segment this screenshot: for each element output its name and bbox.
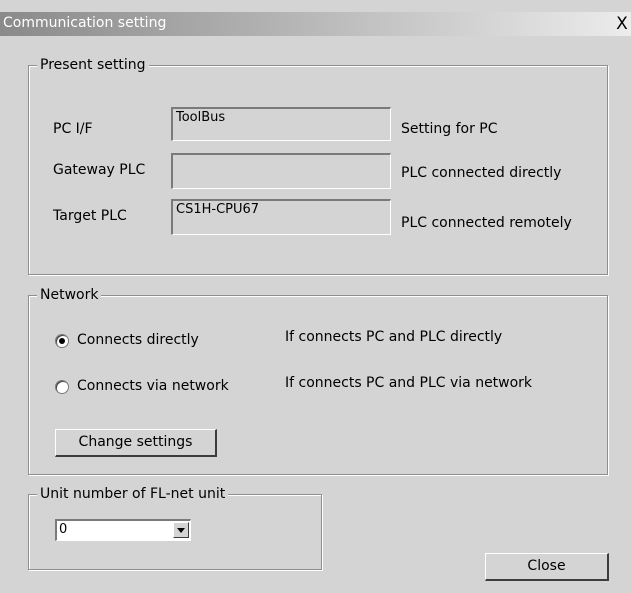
fl-net-unit-legend: Unit number of FL-net unit (37, 485, 229, 503)
present-setting-group: Present setting PC I/F ToolBus Setting f… (28, 56, 608, 275)
pc-if-field: ToolBus (171, 107, 391, 141)
connects-via-network-description: If connects PC and PLC via network (285, 375, 533, 391)
pc-if-note: Setting for PC (401, 121, 498, 137)
network-legend: Network (37, 286, 102, 304)
fl-net-unit-select[interactable]: 0 (55, 519, 191, 541)
target-plc-label: Target PLC (53, 208, 127, 224)
connects-directly-label[interactable]: Connects directly (77, 331, 199, 349)
window-title: Communication setting (3, 15, 167, 31)
fl-net-unit-value: 0 (59, 522, 68, 537)
change-settings-button[interactable]: Change settings (55, 429, 217, 457)
pc-if-value: ToolBus (176, 110, 226, 125)
close-button[interactable]: Close (485, 553, 609, 581)
connects-via-network-radio[interactable] (55, 380, 69, 394)
target-plc-note: PLC connected remotely (401, 215, 572, 231)
pc-if-label: PC I/F (53, 121, 93, 137)
gateway-plc-label: Gateway PLC (53, 162, 146, 178)
communication-setting-dialog: Communication setting X Present setting … (0, 0, 631, 593)
network-group: Network Connects directly If connects PC… (28, 286, 608, 475)
gateway-plc-note: PLC connected directly (401, 165, 562, 181)
target-plc-field: CS1H-CPU67 (171, 199, 391, 235)
close-icon[interactable]: X (613, 13, 631, 35)
radio-selected-dot (59, 338, 65, 344)
connects-via-network-label[interactable]: Connects via network (77, 377, 229, 395)
fl-net-unit-group: Unit number of FL-net unit 0 (28, 485, 322, 570)
connects-directly-description: If connects PC and PLC directly (285, 329, 503, 345)
chevron-down-icon[interactable] (173, 522, 189, 538)
gateway-plc-field (171, 153, 391, 189)
present-setting-legend: Present setting (37, 56, 149, 74)
connects-directly-radio[interactable] (55, 334, 69, 348)
target-plc-value: CS1H-CPU67 (176, 202, 260, 217)
title-bar[interactable]: Communication setting X (0, 12, 631, 36)
